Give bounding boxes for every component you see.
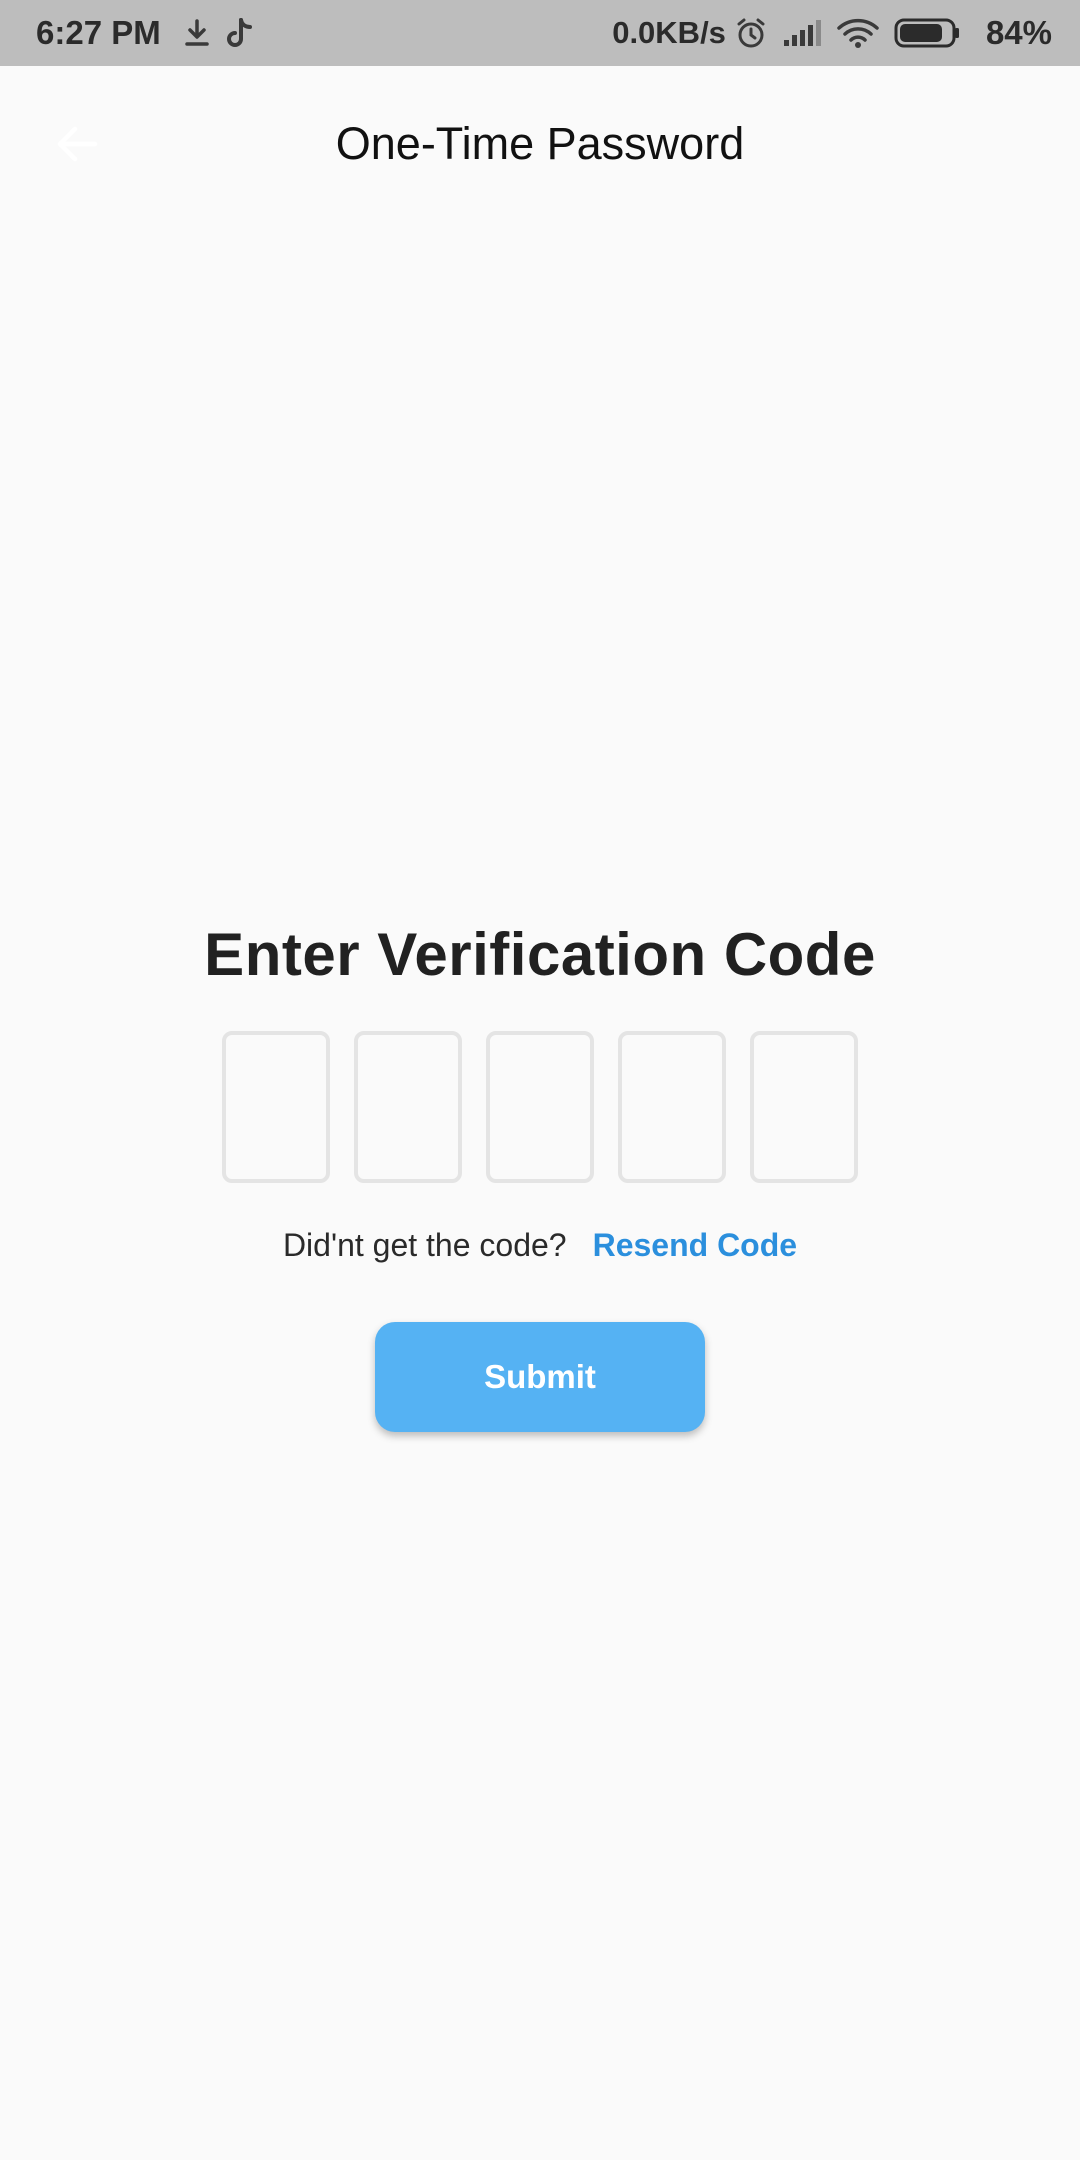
- status-bar-right: 0.0KB/s 84%: [612, 14, 1052, 52]
- back-button[interactable]: [46, 113, 108, 175]
- verification-panel: Enter Verification Code Did'nt get the c…: [0, 920, 1080, 1432]
- download-icon: [183, 18, 211, 48]
- code-digit-5[interactable]: [750, 1031, 858, 1183]
- arrow-left-icon: [57, 126, 98, 161]
- status-bar: 6:27 PM 0.0KB/s 84%: [0, 0, 1080, 66]
- resend-prompt: Did'nt get the code?: [282, 1227, 567, 1263]
- status-time: 6:27 PM: [36, 14, 161, 51]
- code-digit-4[interactable]: [618, 1031, 726, 1183]
- status-bar-left: 6:27 PM: [36, 14, 269, 52]
- tiktok-icon: [225, 17, 255, 49]
- page-title: One-Time Password: [335, 117, 745, 169]
- battery-percent: 84%: [985, 14, 1052, 51]
- code-input-row: [210, 1031, 870, 1183]
- app-bar: One-Time Password: [0, 66, 1080, 221]
- code-digit-1[interactable]: [222, 1031, 330, 1183]
- resend-row: Did'nt get the code? Resend Code: [283, 1227, 797, 1264]
- submit-button[interactable]: Submit: [375, 1322, 705, 1432]
- resend-code-link[interactable]: Resend Code: [593, 1227, 797, 1264]
- code-digit-2[interactable]: [354, 1031, 462, 1183]
- verification-heading: Enter Verification Code: [204, 921, 876, 988]
- alarm-icon: [734, 16, 768, 50]
- code-digit-3[interactable]: [486, 1031, 594, 1183]
- signal-icon: [782, 18, 822, 48]
- wifi-icon: [836, 17, 880, 49]
- battery-icon: [894, 17, 962, 49]
- network-speed: 0.0KB/s: [612, 15, 726, 50]
